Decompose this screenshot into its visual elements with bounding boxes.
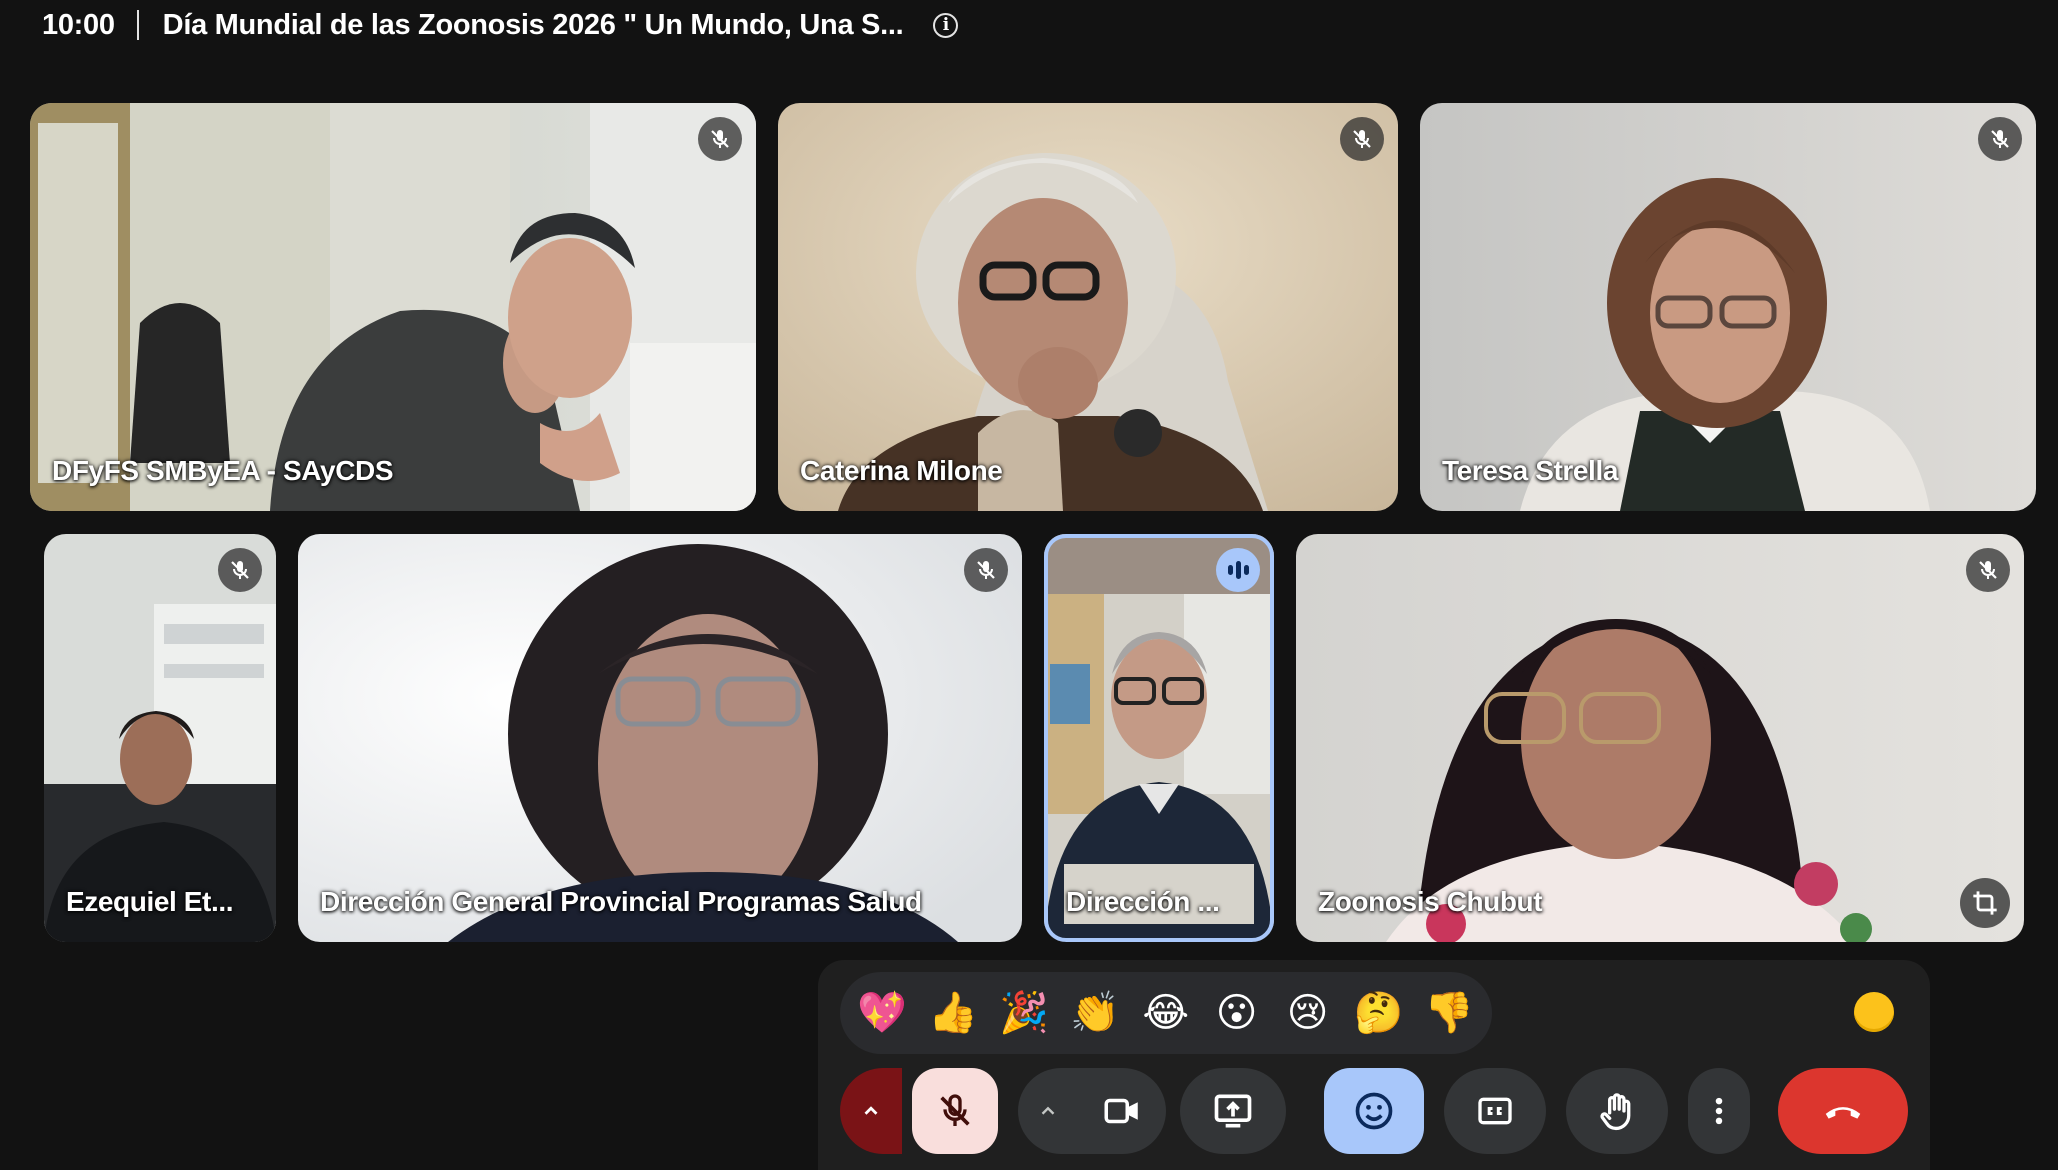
camera-group	[1018, 1068, 1166, 1154]
mic-off-icon	[940, 1094, 970, 1126]
clapping-hands-icon[interactable]: 👏	[1067, 984, 1123, 1042]
camera-toggle-button[interactable]	[1078, 1090, 1166, 1132]
sparkling-heart-icon[interactable]: 💖	[854, 984, 910, 1042]
surprised-face-icon[interactable]: 😮	[1208, 984, 1264, 1042]
mic-muted-icon	[218, 548, 262, 592]
mic-muted-icon	[1966, 548, 2010, 592]
party-popper-icon[interactable]: 🎉	[996, 984, 1052, 1042]
audio-options-button[interactable]	[840, 1068, 902, 1154]
participant-name: Teresa Strella	[1442, 455, 1618, 486]
video-options-button[interactable]	[1018, 1100, 1078, 1122]
raise-hand-button[interactable]	[1566, 1068, 1668, 1154]
microphone-toggle-button[interactable]	[912, 1068, 998, 1154]
chevron-up-icon	[864, 1106, 878, 1115]
more-options-button[interactable]	[1688, 1068, 1750, 1154]
info-glyph: i	[942, 15, 949, 35]
raise-hand-icon	[1600, 1093, 1631, 1131]
emoji-glyph: 👎	[1424, 991, 1475, 1035]
closed-captions-icon	[1478, 1097, 1512, 1125]
present-screen-icon	[1214, 1094, 1252, 1128]
hang-up-icon	[1825, 1107, 1861, 1119]
reactions-bar: 💖 👍 🎉 👏 😂 😮 😢 🤔 👎	[840, 972, 1492, 1054]
meeting-controls-panel: 💖 👍 🎉 👏 😂 😮 😢 🤔 👎	[818, 960, 1930, 1170]
speaking-indicator-icon	[1216, 548, 1260, 592]
participant-name: Dirección General Provincial Programas S…	[320, 886, 922, 917]
info-icon[interactable]: i	[933, 12, 959, 38]
mic-muted-icon	[1978, 117, 2022, 161]
emoji-glyph: 👍	[928, 991, 978, 1035]
participant-video	[30, 103, 756, 511]
mic-muted-icon	[1340, 117, 1384, 161]
participant-name: DFyFS SMByEA - SAyCDS	[52, 455, 394, 486]
participant-name: Dirección ...	[1066, 886, 1220, 917]
participant-tile[interactable]: Zoonosis Chubut	[1296, 534, 2024, 942]
emoji-glyph: 🤔	[1353, 991, 1404, 1035]
participant-name: Ezequiel Et...	[66, 886, 234, 917]
participant-video	[778, 103, 1398, 511]
participant-tile[interactable]: Ezequiel Et...	[44, 534, 276, 942]
crop-icon[interactable]	[1960, 878, 2010, 928]
meeting-time: 10:00	[42, 8, 115, 41]
chevron-up-icon	[1041, 1106, 1055, 1115]
thumbs-up-icon[interactable]: 👍	[925, 984, 981, 1042]
mic-muted-icon	[698, 117, 742, 161]
leave-call-button[interactable]	[1778, 1068, 1908, 1154]
participant-tile[interactable]: Teresa Strella	[1420, 103, 2036, 511]
participant-video	[298, 534, 1022, 942]
smiley-icon	[1355, 1092, 1393, 1130]
participant-tile[interactable]: Dirección General Provincial Programas S…	[298, 534, 1022, 942]
participant-tile-active-speaker[interactable]: Dirección ...	[1044, 534, 1274, 942]
participant-name: Caterina Milone	[800, 455, 1003, 486]
emoji-glyph: 🎉	[999, 991, 1049, 1035]
participant-video	[1044, 534, 1274, 942]
emoji-glyph: 💖	[857, 991, 908, 1035]
thinking-face-icon[interactable]: 🤔	[1350, 984, 1406, 1042]
meeting-title[interactable]: Día Mundial de las Zoonosis 2026 " Un Mu…	[163, 9, 904, 42]
video-camera-icon	[1104, 1098, 1138, 1124]
emoji-glyph: 😢	[1286, 991, 1329, 1035]
participant-video	[44, 534, 276, 942]
crying-face-icon[interactable]: 😢	[1279, 984, 1335, 1042]
meeting-header: 10:00 Día Mundial de las Zoonosis 2026 "…	[42, 8, 959, 42]
participant-tile[interactable]: DFyFS SMByEA - SAyCDS	[30, 103, 756, 511]
mic-muted-icon	[964, 548, 1008, 592]
header-divider	[136, 10, 139, 40]
captions-button[interactable]	[1444, 1068, 1546, 1154]
emoji-glyph: 😮	[1215, 991, 1258, 1035]
more-vertical-icon	[1715, 1097, 1723, 1125]
tears-of-joy-icon[interactable]: 😂	[1138, 984, 1194, 1042]
participant-video	[1420, 103, 2036, 511]
emoji-glyph: 👏	[1069, 991, 1120, 1035]
present-screen-button[interactable]	[1180, 1068, 1286, 1154]
emoji-glyph: 😂	[1142, 991, 1190, 1035]
thumbs-down-icon[interactable]: 👎	[1421, 984, 1477, 1042]
participant-tile[interactable]: Caterina Milone	[778, 103, 1398, 511]
participant-name: Zoonosis Chubut	[1318, 886, 1543, 917]
skin-tone-selector[interactable]	[1854, 992, 1894, 1032]
participant-video	[1296, 534, 2024, 942]
send-reaction-button[interactable]	[1324, 1068, 1424, 1154]
